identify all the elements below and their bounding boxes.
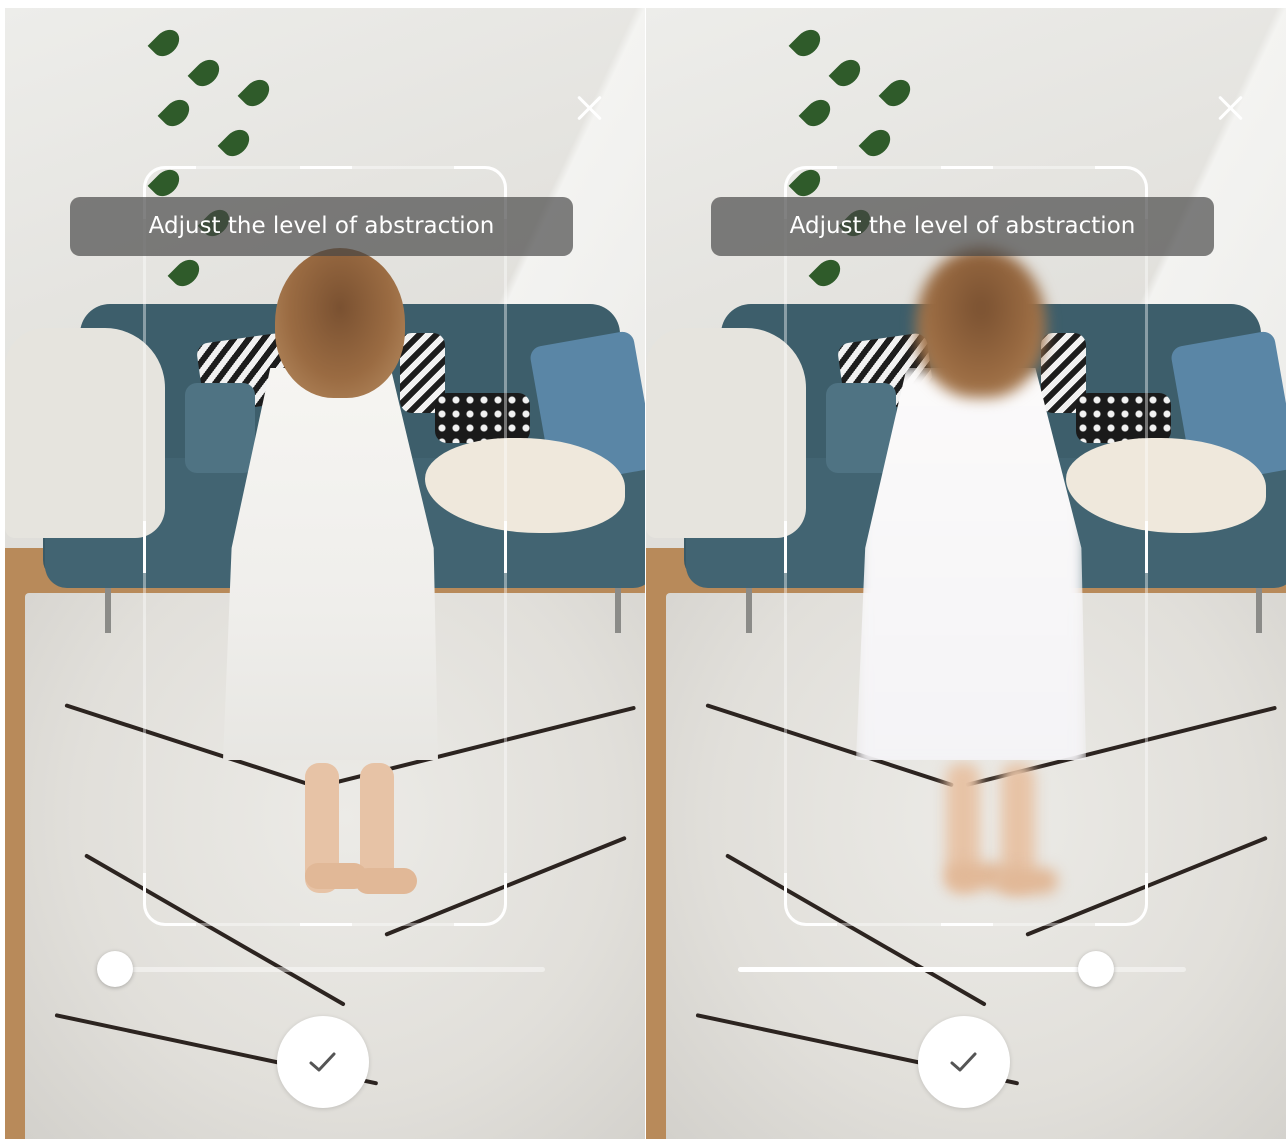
confirm-button[interactable] (918, 1016, 1010, 1108)
sofa-leg (746, 588, 752, 633)
frame-tick (784, 521, 787, 573)
frame-corner (143, 873, 196, 926)
slider-thumb[interactable] (96, 951, 133, 987)
camera-screen-abstracted: Adjust the level of abstraction (646, 8, 1286, 1139)
sofa-leg (105, 588, 111, 633)
sofa-leg (615, 588, 621, 633)
abstraction-slider[interactable] (96, 951, 545, 987)
abstraction-slider[interactable] (738, 951, 1186, 987)
frame-tick (941, 166, 993, 169)
close-button[interactable] (1212, 90, 1248, 126)
frame-tick (300, 166, 352, 169)
confirm-button[interactable] (277, 1016, 369, 1108)
frame-tick (143, 521, 146, 573)
checkmark-icon (950, 1052, 977, 1072)
checkmark-icon (309, 1052, 336, 1072)
close-button[interactable] (571, 90, 607, 126)
frame-tick (1145, 521, 1148, 573)
camera-screen-original: Adjust the level of abstraction (5, 8, 645, 1139)
instruction-label: Adjust the level of abstraction (711, 197, 1214, 256)
frame-tick (504, 521, 507, 573)
blanket (646, 328, 806, 538)
blanket (5, 328, 165, 538)
frame-corner (784, 873, 837, 926)
frame-tick (941, 923, 993, 926)
frame-corner (454, 873, 507, 926)
instruction-label: Adjust the level of abstraction (70, 197, 573, 256)
sofa-leg (1256, 588, 1262, 633)
slider-fill (738, 967, 1097, 972)
frame-corner (1095, 873, 1148, 926)
capture-frame (143, 166, 507, 926)
frame-tick (300, 923, 352, 926)
capture-frame (784, 166, 1148, 926)
